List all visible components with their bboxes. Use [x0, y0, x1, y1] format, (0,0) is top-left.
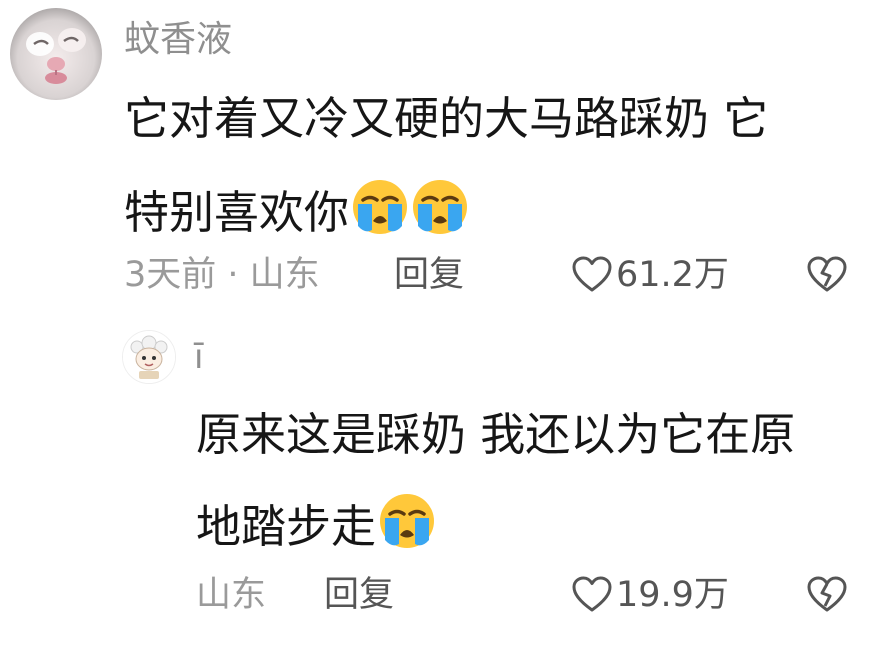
broken-heart-icon	[807, 576, 847, 612]
comment-text: 地踏步走	[196, 500, 377, 553]
comment-text: 特别喜欢你	[124, 186, 350, 239]
comment-text-line: 原来这是踩奶 我还以为它在原	[196, 408, 796, 461]
comment-meta: 山东	[196, 575, 267, 615]
dislike-button[interactable]	[806, 576, 848, 618]
avatar[interactable]	[10, 8, 102, 100]
dislike-button[interactable]	[806, 256, 848, 298]
comment-text-line: 地踏步走	[196, 492, 436, 557]
comment-username[interactable]: ī	[194, 340, 203, 374]
comment-meta: 3天前 · 山东	[124, 255, 320, 295]
loudly-crying-face-icon	[411, 178, 469, 243]
like-button[interactable]: 19.9万	[572, 576, 729, 614]
like-count: 61.2万	[616, 254, 729, 295]
loudly-crying-face-icon	[378, 492, 436, 557]
reply-button[interactable]: 回复	[394, 258, 464, 293]
sheep-avatar-icon	[123, 331, 175, 383]
avatar[interactable]	[122, 330, 176, 384]
comment-text-line: 特别喜欢你	[124, 178, 469, 243]
broken-heart-icon	[807, 256, 847, 292]
heart-outline-icon	[572, 576, 612, 612]
loudly-crying-face-icon	[351, 178, 409, 243]
reply-button[interactable]: 回复	[324, 578, 394, 613]
comment-username[interactable]: 蚊香液	[124, 22, 232, 58]
like-button[interactable]: 61.2万	[572, 256, 729, 294]
like-count: 19.9万	[616, 574, 729, 615]
comment-thread: 蚊香液 它对着又冷又硬的大马路踩奶 它 特别喜欢你 3天前 · 山东 回复 61…	[0, 0, 896, 648]
cat-avatar-icon	[10, 8, 102, 100]
heart-outline-icon	[572, 256, 612, 292]
comment-text-line: 它对着又冷又硬的大马路踩奶 它	[124, 92, 769, 145]
